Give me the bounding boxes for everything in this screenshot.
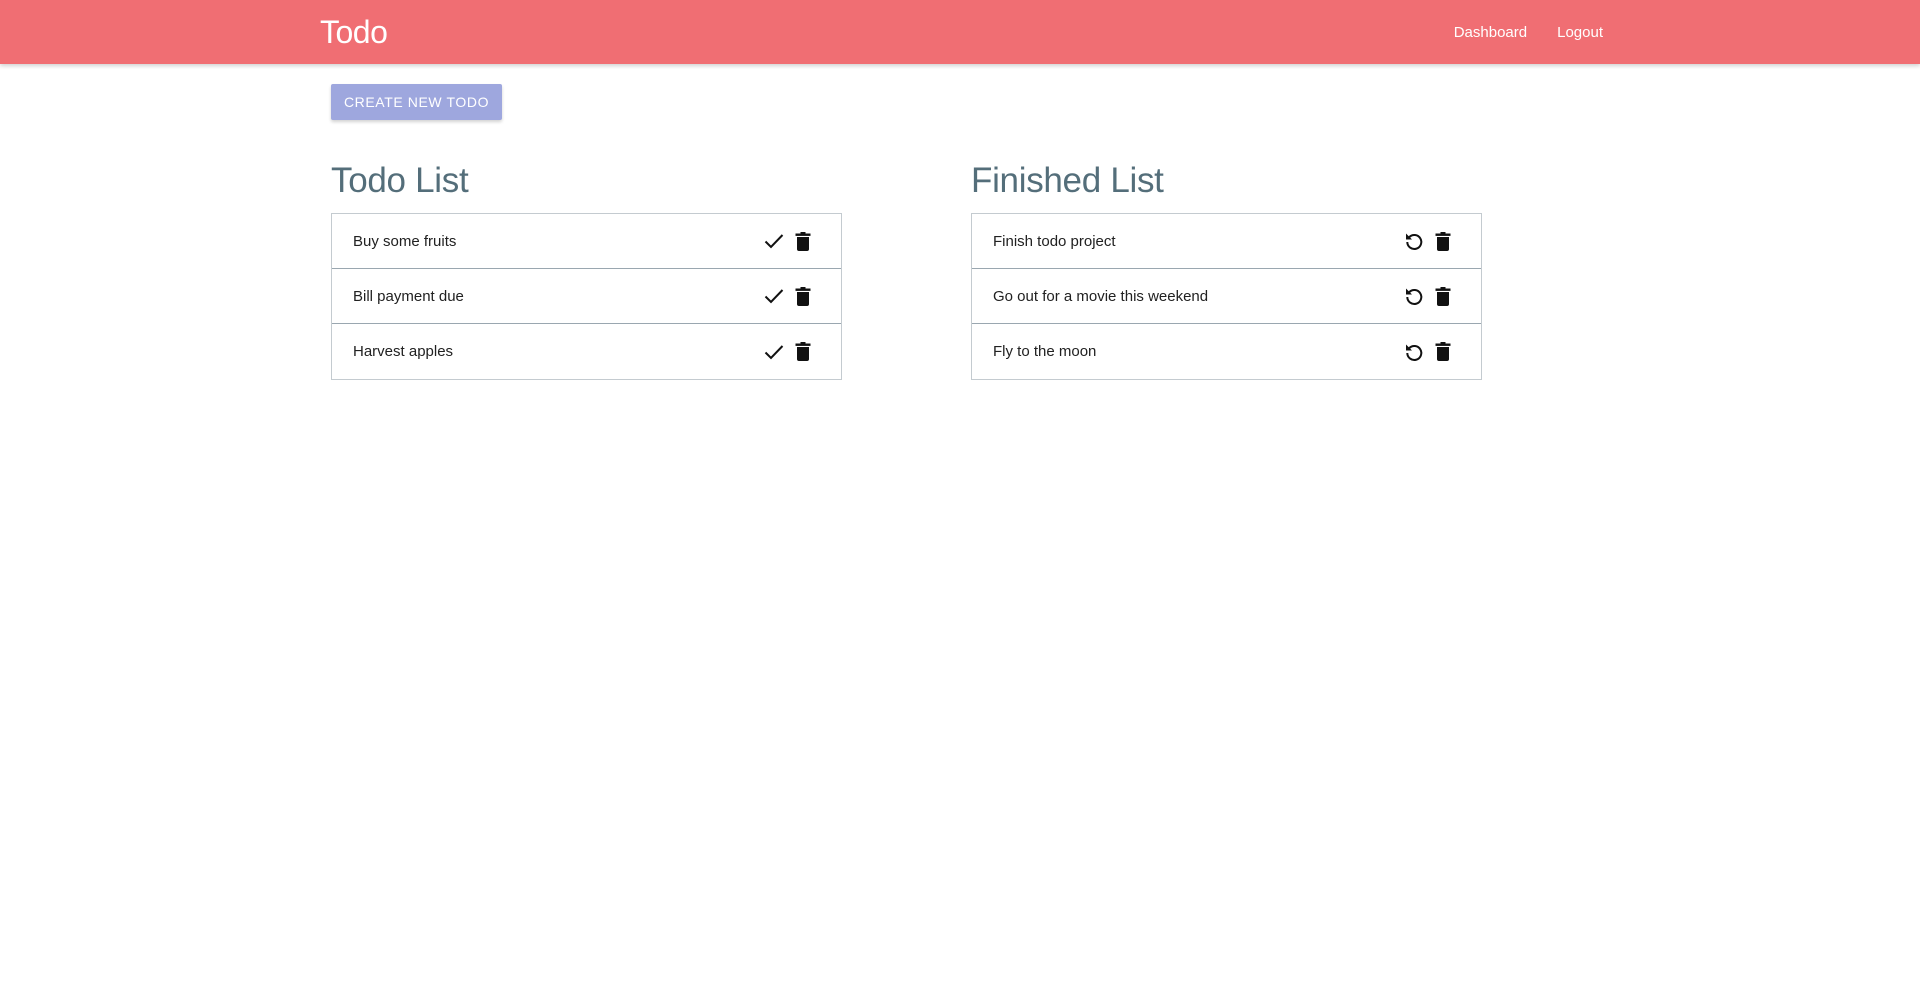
check-icon[interactable] [762,229,786,253]
check-icon[interactable] [762,284,786,308]
finished-list-title: Finished List [971,161,1164,200]
create-new-todo-button[interactable]: CREATE NEW TODO [331,84,502,120]
trash-icon[interactable] [791,229,815,253]
todo-list-section: Todo List Buy some fruits Bill payment d… [331,160,842,380]
finished-list-item: Go out for a movie this weekend [972,269,1481,324]
trash-icon[interactable] [791,340,815,364]
todo-list: Buy some fruits Bill payment due Harvest… [331,213,842,380]
undo-icon[interactable] [1402,340,1426,364]
nav-link-logout[interactable]: Logout [1557,24,1603,41]
finished-list-item: Fly to the moon [972,324,1481,379]
todo-list-item: Bill payment due [332,269,841,324]
undo-icon[interactable] [1402,229,1426,253]
finished-list-item: Finish todo project [972,214,1481,269]
todo-list-item: Harvest apples [332,324,841,379]
brand-logo[interactable]: Todo [320,13,388,51]
trash-icon[interactable] [1431,284,1455,308]
finished-item-text: Finish todo project [993,232,1116,250]
trash-icon[interactable] [791,284,815,308]
todo-item-text: Buy some fruits [353,232,457,250]
nav-links: Dashboard Logout [1424,0,1603,64]
nav-link-dashboard[interactable]: Dashboard [1454,24,1527,41]
todo-item-text: Bill payment due [353,287,464,305]
todo-list-title: Todo List [331,161,469,200]
undo-icon[interactable] [1402,284,1426,308]
todo-list-item: Buy some fruits [332,214,841,269]
finished-list: Finish todo project Go out for a movie t… [971,213,1482,380]
top-navbar: Todo Dashboard Logout [0,0,1920,64]
trash-icon[interactable] [1431,340,1455,364]
finished-list-section: Finished List Finish todo project Go out… [971,160,1482,380]
todo-item-text: Harvest apples [353,343,454,360]
finished-item-text: Go out for a movie this weekend [993,287,1209,305]
finished-item-text: Fly to the moon [993,343,1097,360]
trash-icon[interactable] [1431,229,1455,253]
check-icon[interactable] [762,340,786,364]
